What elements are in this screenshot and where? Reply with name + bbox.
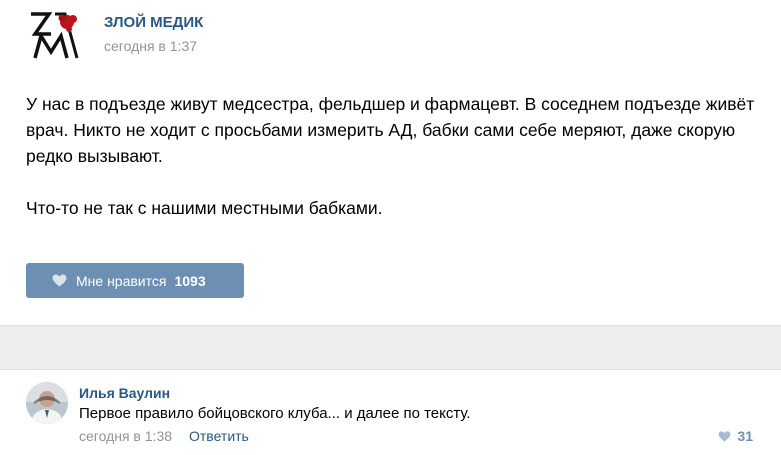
comment: Илья Ваулин Первое правило бойцовского к… — [0, 370, 781, 455]
like-button[interactable]: Мне нравится 1093 — [26, 263, 244, 298]
group-logo-icon[interactable] — [27, 8, 83, 60]
heart-icon — [719, 430, 731, 442]
heart-icon — [52, 274, 67, 287]
comment-like-button[interactable]: 31 — [718, 428, 753, 444]
like-label: Мне нравится — [76, 272, 167, 289]
post-timestamp[interactable]: сегодня в 1:37 — [104, 38, 197, 54]
post: ЗЛОЙ МЕДИК сегодня в 1:37 У нас в подъез… — [0, 0, 781, 325]
reply-link[interactable]: Ответить — [189, 428, 249, 444]
separator — [0, 325, 781, 370]
post-paragraph: У нас в подъезде живут медсестра, фельдш… — [26, 94, 755, 166]
group-name-link[interactable]: ЗЛОЙ МЕДИК — [104, 14, 203, 31]
like-count: 1093 — [174, 272, 206, 289]
comment-like-count: 31 — [737, 428, 753, 444]
post-paragraph: Что-то не так с нашими местными бабками. — [26, 198, 383, 218]
comment-timestamp[interactable]: сегодня в 1:38 — [79, 428, 172, 444]
comment-author-link[interactable]: Илья Ваулин — [79, 385, 170, 401]
user-avatar[interactable] — [26, 382, 68, 424]
comment-text: Первое правило бойцовского клуба... и да… — [79, 405, 471, 422]
post-text: У нас в подъезде живут медсестра, фельдш… — [26, 91, 766, 221]
